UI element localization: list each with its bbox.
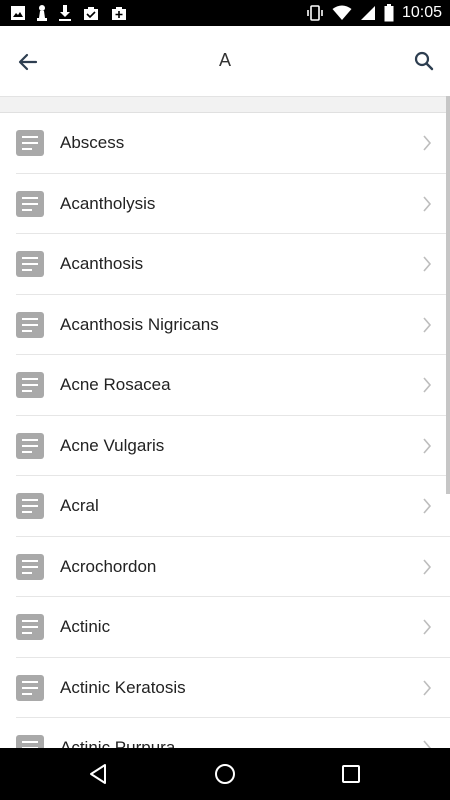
chevron-right-icon [423,195,432,212]
document-icon [16,432,44,459]
image-icon [10,5,26,21]
download-icon [58,4,72,22]
chevron-right-icon [423,316,432,333]
list-item[interactable]: Acanthosis [0,234,450,295]
list-item-label: Acne Vulgaris [60,435,165,455]
document-icon [16,614,44,640]
list-item-label: Actinic [60,617,111,636]
document-icon [16,553,44,580]
chevron-right-icon [423,558,432,575]
search-button[interactable] [410,48,438,76]
list-item[interactable]: Acne Vulgaris [0,416,450,476]
list-item-label: Actinic Keratosis [60,677,186,697]
term-list[interactable]: Abscess Acantholysis Acanthosis Acanthos… [0,113,450,748]
list-item[interactable]: Actinic Purpura [0,718,450,748]
list-item-label: Acantholysis [60,193,156,213]
nav-home-icon [215,764,235,784]
chess-pawn-icon [36,4,48,22]
list-item[interactable]: Abscess [0,113,450,174]
scrollbar[interactable] [446,96,450,494]
list-item[interactable]: Acral [0,476,450,537]
list-item-label: Acanthosis [60,254,144,273]
search-icon [414,51,434,71]
list-item-label: Acanthosis Nigricans [60,314,219,334]
header-separator [0,97,450,113]
vibrate-icon [306,4,324,22]
chevron-right-icon [423,619,432,635]
document-icon [16,674,44,701]
chevron-right-icon [423,740,432,748]
list-item-label: Acral [60,496,99,515]
chevron-right-icon [423,256,432,272]
list-item[interactable]: Acanthosis Nigricans [0,295,450,355]
chevron-right-icon [423,437,432,454]
status-time: 10:05 [401,4,442,21]
nav-back-icon [90,764,106,784]
document-icon [16,251,44,277]
list-item[interactable]: Actinic Keratosis [0,658,450,718]
wifi-icon [332,5,352,21]
document-icon [16,311,44,338]
battery-icon [384,4,394,22]
page-title: A [218,50,231,70]
nav-home-button[interactable] [213,762,237,786]
briefcase-check-icon [82,5,100,21]
chevron-right-icon [423,377,432,393]
briefcase-add-icon [110,5,128,21]
document-icon [16,372,44,398]
nav-recent-apps-button[interactable] [339,762,363,786]
list-item-label: Acrochordon [60,556,157,576]
chevron-right-icon [423,679,432,696]
nav-recent-apps-icon [342,765,360,783]
signal-icon [360,5,376,21]
list-item-label: Acne Rosacea [60,375,171,394]
document-icon [16,493,44,519]
chevron-right-icon [423,135,432,151]
document-icon [16,735,44,748]
list-item[interactable]: Acne Rosacea [0,355,450,416]
document-icon [16,130,44,156]
list-item[interactable]: Actinic [0,597,450,658]
document-icon [16,190,44,217]
app-bar: A [0,26,450,97]
system-nav-bar [0,748,450,800]
list-item[interactable]: Acrochordon [0,537,450,597]
status-bar: 10:05 [0,0,450,26]
nav-back-button[interactable] [86,762,110,786]
list-item[interactable]: Acantholysis [0,174,450,234]
chevron-right-icon [423,498,432,514]
list-item-label: Actinic Purpura [60,738,176,748]
list-item-label: Abscess [60,133,125,152]
